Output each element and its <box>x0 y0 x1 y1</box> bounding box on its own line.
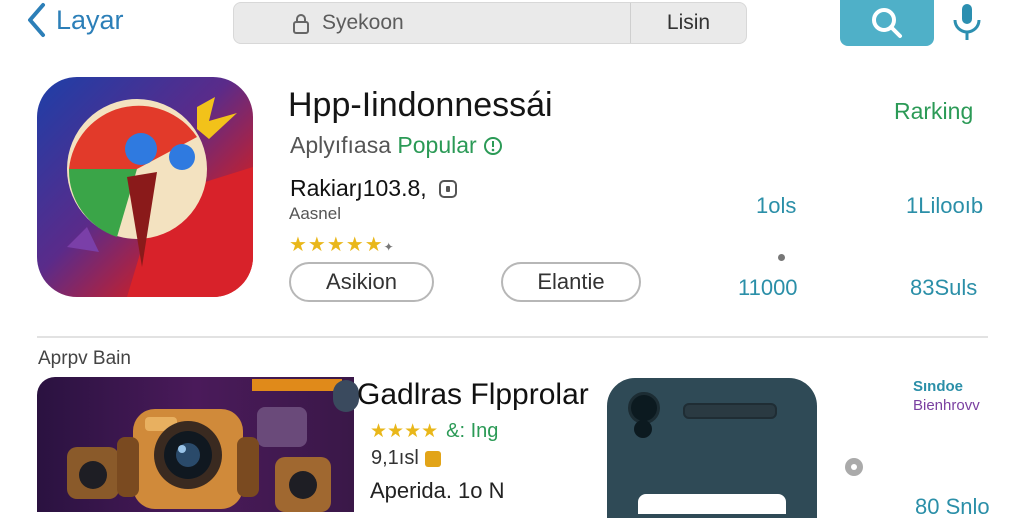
section-heading: Aprpv Bain <box>38 348 131 369</box>
search-button[interactable] <box>840 0 934 46</box>
app-label: Aperida. 1o N <box>370 478 505 503</box>
ranking-header: Rarking <box>894 98 974 124</box>
search-submit-button[interactable]: Lisin <box>631 3 746 43</box>
coin-icon <box>424 450 441 467</box>
search-bar[interactable]: Syekoon Lisin <box>233 2 747 44</box>
rating-stars-text: ★★★★★ <box>289 234 384 256</box>
rank-row: Rakiarյ103.8, <box>290 175 457 202</box>
section-divider <box>37 336 988 338</box>
app-badge <box>333 380 359 412</box>
info-icon <box>484 137 503 155</box>
lock-icon <box>293 14 309 34</box>
app-category: Aplyıfıasa <box>290 132 391 158</box>
app-rating: ★★★★ &: Ing <box>370 420 498 443</box>
microphone-icon <box>953 4 981 40</box>
lock-badge-icon <box>438 179 457 198</box>
app-price-row: 9,1ısl <box>371 447 441 470</box>
app-card-image[interactable] <box>37 377 354 512</box>
secondary-button[interactable]: Elantie <box>501 262 641 302</box>
primary-button[interactable]: Asikion <box>289 262 434 302</box>
microphone-button[interactable] <box>950 2 984 47</box>
phone-screen-window <box>638 494 786 514</box>
developer-name: Aasnel <box>289 204 341 223</box>
search-input[interactable]: Syekoon <box>234 3 631 43</box>
app-stars: ★★★★ <box>370 421 439 442</box>
app-icon[interactable] <box>37 77 253 297</box>
camera-robot-icon <box>37 377 354 512</box>
app-title: Hpp-Iindonnessái <box>288 86 553 124</box>
app-meta: &: Ing <box>446 420 499 442</box>
phone-speaker <box>683 403 777 419</box>
app-price: 9,1ısl <box>371 447 419 469</box>
right-value: 80 Snlo <box>915 494 990 519</box>
back-label: Layar <box>56 4 124 35</box>
right-sublabel: Bienhrovv <box>913 397 980 414</box>
stat-value: 11000 <box>738 275 798 300</box>
radio-icon[interactable] <box>845 458 863 476</box>
stat-value: 83Suls <box>910 275 978 300</box>
popular-label: Popular <box>397 132 477 158</box>
camera-lens-icon <box>634 420 652 438</box>
search-placeholder: Syekoon <box>322 11 404 34</box>
separator-dot <box>778 254 785 261</box>
app-name[interactable]: Gadlras Flpprolar <box>357 378 589 412</box>
app-subtitle: Aplyıfıasa Popular <box>290 132 503 159</box>
right-label: Sındoe <box>913 378 964 395</box>
stat-value: 1Lilooıb <box>906 193 984 218</box>
rating-extra: ✦ <box>383 240 395 254</box>
rating-stars: ★★★★★✦ <box>289 232 395 257</box>
search-icon <box>872 8 902 38</box>
rank-text: Rakiarյ103.8, <box>290 175 427 201</box>
stat-value: 1ols <box>756 193 797 218</box>
bird-logo-icon <box>37 77 253 297</box>
back-button[interactable]: Layar <box>26 2 124 38</box>
chevron-left-icon <box>28 3 45 37</box>
